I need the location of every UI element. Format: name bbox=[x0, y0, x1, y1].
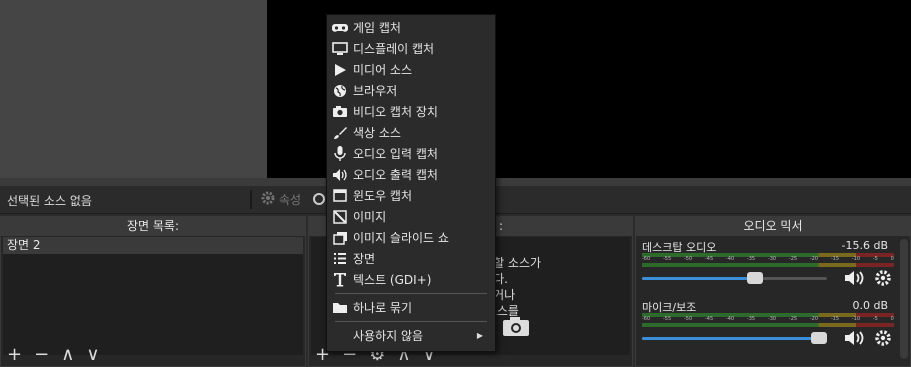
add-source-menu: 게임 캡처 디스플레이 캡처 미디어 소스 브라우저 비디오 캡처 장치 색상 … bbox=[326, 14, 496, 352]
gear-icon bbox=[260, 190, 276, 209]
gear-icon[interactable] bbox=[874, 269, 892, 291]
menu-item-color-source[interactable]: 색상 소스 bbox=[327, 122, 493, 143]
level-meter bbox=[642, 263, 894, 267]
folder-icon bbox=[327, 301, 353, 314]
monitor-icon bbox=[327, 41, 353, 56]
menu-item-scene[interactable]: 장면 bbox=[327, 248, 493, 269]
speaker-icon[interactable] bbox=[844, 269, 866, 291]
scene-list: 장면 2 bbox=[3, 237, 303, 355]
scene-item[interactable]: 장면 2 bbox=[3, 237, 303, 254]
menu-item-display-capture[interactable]: 디스플레이 캡처 bbox=[327, 38, 493, 59]
channel-db: 0.0 dB bbox=[852, 299, 888, 312]
menu-item-video-capture[interactable]: 비디오 캡처 장치 bbox=[327, 101, 493, 122]
scenes-footer: + − ∧ ∨ bbox=[1, 344, 305, 366]
window-icon bbox=[327, 189, 353, 202]
properties-label: 속성 bbox=[279, 193, 302, 207]
gear-icon[interactable] bbox=[874, 329, 892, 351]
volume-slider[interactable] bbox=[642, 332, 827, 344]
brush-icon bbox=[327, 126, 353, 140]
properties-button[interactable]: 속성 bbox=[260, 190, 301, 209]
move-up-button[interactable]: ∧ bbox=[61, 344, 74, 366]
volume-handle[interactable] bbox=[746, 272, 763, 284]
camera-icon bbox=[502, 315, 530, 341]
filters-icon[interactable] bbox=[312, 190, 326, 212]
image-icon bbox=[327, 209, 353, 224]
meter-ticks: -60 -55 -50 -45 -40 -35 -30 -25 -20 -15 -10 -5 0 bbox=[642, 256, 894, 262]
slideshow-icon bbox=[327, 231, 353, 245]
menu-item-audio-input[interactable]: 오디오 입력 캡처 bbox=[327, 143, 493, 164]
scenes-dock: 장면 목록: 장면 2 + − ∧ ∨ bbox=[0, 216, 306, 367]
menu-item-deprecated[interactable]: 사용하지 않음 ▶ bbox=[327, 325, 493, 346]
text-icon bbox=[327, 272, 353, 287]
camera-icon bbox=[327, 105, 353, 118]
globe-icon bbox=[327, 84, 353, 98]
audio-mixer-dock: 오디오 믹서 데스크탑 오디오 -15.6 dB -60 -55 -50 -45 -40… bbox=[635, 216, 911, 367]
speaker-icon[interactable] bbox=[844, 329, 866, 351]
menu-separator bbox=[335, 321, 487, 322]
list-icon bbox=[327, 252, 353, 265]
toolbar-separator bbox=[250, 190, 252, 209]
menu-item-window-capture[interactable]: 윈도우 캡처 bbox=[327, 185, 493, 206]
scenes-title: 장면 목록: bbox=[1, 217, 305, 236]
move-down-button[interactable]: ∨ bbox=[86, 344, 99, 366]
submenu-arrow-icon: ▶ bbox=[476, 331, 483, 340]
volume-slider[interactable] bbox=[642, 272, 827, 284]
menu-item-audio-output[interactable]: 오디오 출력 캡처 bbox=[327, 164, 493, 185]
menu-item-media-source[interactable]: 미디어 소스 bbox=[327, 59, 493, 80]
mixer-scrollbar[interactable] bbox=[900, 239, 908, 359]
mixer-title: 오디오 믹서 bbox=[636, 217, 910, 236]
menu-item-image-slideshow[interactable]: 이미지 슬라이드 쇼 bbox=[327, 227, 493, 248]
meter-ticks: -60 -55 -50 -45 -40 -35 -30 -25 -20 -15 -10 -5 0 bbox=[642, 316, 894, 322]
remove-scene-button[interactable]: − bbox=[34, 344, 49, 366]
preview-sidebar bbox=[0, 0, 267, 181]
mixer-channel-mic: 마이크/보조 0.0 dB -60 -55 -50 -45 -40 -35 -30 -25 -2… bbox=[642, 299, 894, 359]
speaker-icon bbox=[327, 168, 353, 182]
add-scene-button[interactable]: + bbox=[7, 344, 22, 366]
menu-item-game-capture[interactable]: 게임 캡처 bbox=[327, 17, 493, 38]
microphone-icon bbox=[327, 145, 353, 162]
volume-handle[interactable] bbox=[811, 332, 827, 344]
menu-item-group[interactable]: 하나로 묶기 bbox=[327, 297, 493, 318]
channel-db: -15.6 dB bbox=[841, 239, 889, 252]
play-icon bbox=[327, 63, 353, 76]
menu-item-image[interactable]: 이미지 bbox=[327, 206, 493, 227]
menu-item-browser[interactable]: 브라우저 bbox=[327, 80, 493, 101]
no-source-label: 선택된 소스 없음 bbox=[7, 194, 92, 208]
gamepad-icon bbox=[327, 22, 353, 34]
mixer-channel-desktop: 데스크탑 오디오 -15.6 dB -60 -55 -50 -45 -40 -35 -30-… bbox=[642, 239, 894, 299]
menu-separator bbox=[335, 293, 487, 294]
level-meter bbox=[642, 323, 894, 327]
menu-item-text-gdi[interactable]: 텍스트 (GDI+) bbox=[327, 269, 493, 290]
